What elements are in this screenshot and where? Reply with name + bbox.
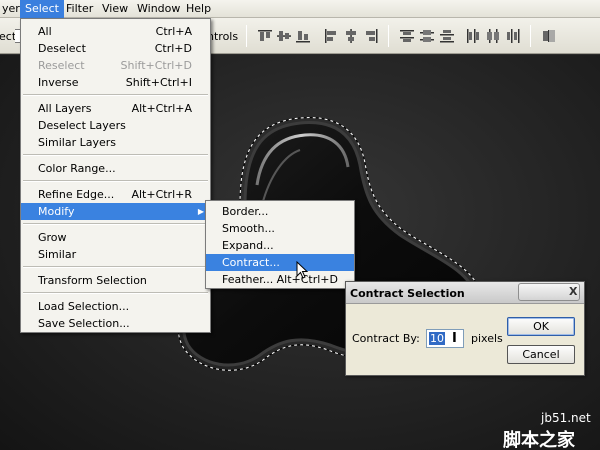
close-button[interactable]: X: [518, 283, 580, 301]
menu-item-all[interactable]: All Ctrl+A: [21, 23, 210, 40]
menu-item-similar-layers[interactable]: Similar Layers: [21, 134, 210, 151]
menu-view[interactable]: View: [97, 0, 133, 18]
menu-separator: [23, 154, 208, 156]
contract-by-input[interactable]: 10 I: [426, 329, 464, 348]
menu-window[interactable]: Window: [132, 0, 185, 18]
menu-separator: [23, 94, 208, 96]
text-cursor-icon: I: [452, 331, 457, 346]
menu-item-similar[interactable]: Similar: [21, 246, 210, 263]
menu-item-modify[interactable]: Modify ▶: [21, 203, 210, 220]
contract-selection-dialog: Contract Selection X Contract By: 10 I p…: [345, 281, 585, 376]
distribute-top-icon[interactable]: [398, 27, 416, 45]
distribute-hcenter-icon[interactable]: [484, 27, 502, 45]
menu-separator: [23, 223, 208, 225]
align-vcenter-icon[interactable]: [275, 27, 293, 45]
submenu-item-expand[interactable]: Expand...: [206, 237, 354, 254]
contract-by-label: Contract By:: [352, 332, 420, 345]
align-hcenter-icon[interactable]: [342, 27, 360, 45]
watermark-url: jb51.net: [541, 411, 591, 425]
submenu-item-feather[interactable]: Feather... Alt+Ctrl+D: [206, 271, 354, 288]
menu-item-reselect: Reselect Shift+Ctrl+D: [38, 59, 192, 72]
menu-separator: [23, 266, 208, 268]
modify-submenu: Border... Smooth... Expand... Contract..…: [205, 200, 355, 289]
dialog-title: Contract Selection: [350, 287, 465, 300]
align-top-icon[interactable]: [256, 27, 274, 45]
watermark-site-name: 脚本之家: [503, 430, 575, 450]
auto-align-layers-icon[interactable]: [540, 27, 558, 45]
menu-item-all-layers[interactable]: All Layers Alt+Ctrl+A: [21, 100, 210, 117]
toolbar-separator: [530, 25, 531, 47]
menu-item-inverse[interactable]: Inverse Shift+Ctrl+I: [21, 74, 210, 91]
dialog-titlebar[interactable]: Contract Selection X: [346, 282, 584, 304]
submenu-arrow-icon: ▶: [197, 207, 204, 216]
toolbar-separator: [246, 25, 247, 47]
menu-item-save-selection[interactable]: Save Selection...: [21, 315, 210, 332]
menu-help[interactable]: Help: [181, 0, 216, 18]
menu-item-load-selection[interactable]: Load Selection...: [21, 298, 210, 315]
mouse-pointer-icon: [296, 261, 309, 279]
toolbar-controls-label[interactable]: ntrols: [207, 30, 238, 43]
distribute-bottom-icon[interactable]: [438, 27, 456, 45]
toolbar-separator: [388, 25, 389, 47]
select-menu: All Ctrl+A Deselect Ctrl+D Reselect Shift+C…: [20, 18, 211, 333]
menu-select[interactable]: Select: [20, 0, 64, 18]
menu-item-transform-selection[interactable]: Transform Selection: [21, 272, 210, 289]
menu-bar: yer Select Filter View Window Help: [0, 0, 600, 18]
submenu-item-contract[interactable]: Contract...: [206, 254, 354, 271]
align-left-icon[interactable]: [322, 27, 340, 45]
menu-item-deselect[interactable]: Deselect Ctrl+D: [21, 40, 210, 57]
distribute-vcenter-icon[interactable]: [418, 27, 436, 45]
menu-separator: [23, 292, 208, 294]
align-right-icon[interactable]: [362, 27, 380, 45]
distribute-left-icon[interactable]: [464, 27, 482, 45]
distribute-right-icon[interactable]: [504, 27, 522, 45]
submenu-item-smooth[interactable]: Smooth...: [206, 220, 354, 237]
menu-item-grow[interactable]: Grow: [21, 229, 210, 246]
menu-filter[interactable]: Filter: [61, 0, 98, 18]
menu-separator: [23, 180, 208, 182]
cancel-button[interactable]: Cancel: [507, 345, 575, 364]
ok-button[interactable]: OK: [507, 317, 575, 336]
menu-item-color-range[interactable]: Color Range...: [21, 160, 210, 177]
submenu-item-border[interactable]: Border...: [206, 203, 354, 220]
menu-item-refine-edge[interactable]: Refine Edge... Alt+Ctrl+R: [21, 186, 210, 203]
unit-label: pixels: [471, 332, 503, 345]
contract-by-value: 10: [429, 332, 445, 345]
close-icon: X: [569, 285, 578, 298]
align-bottom-icon[interactable]: [294, 27, 312, 45]
menu-item-deselect-layers[interactable]: Deselect Layers: [21, 117, 210, 134]
